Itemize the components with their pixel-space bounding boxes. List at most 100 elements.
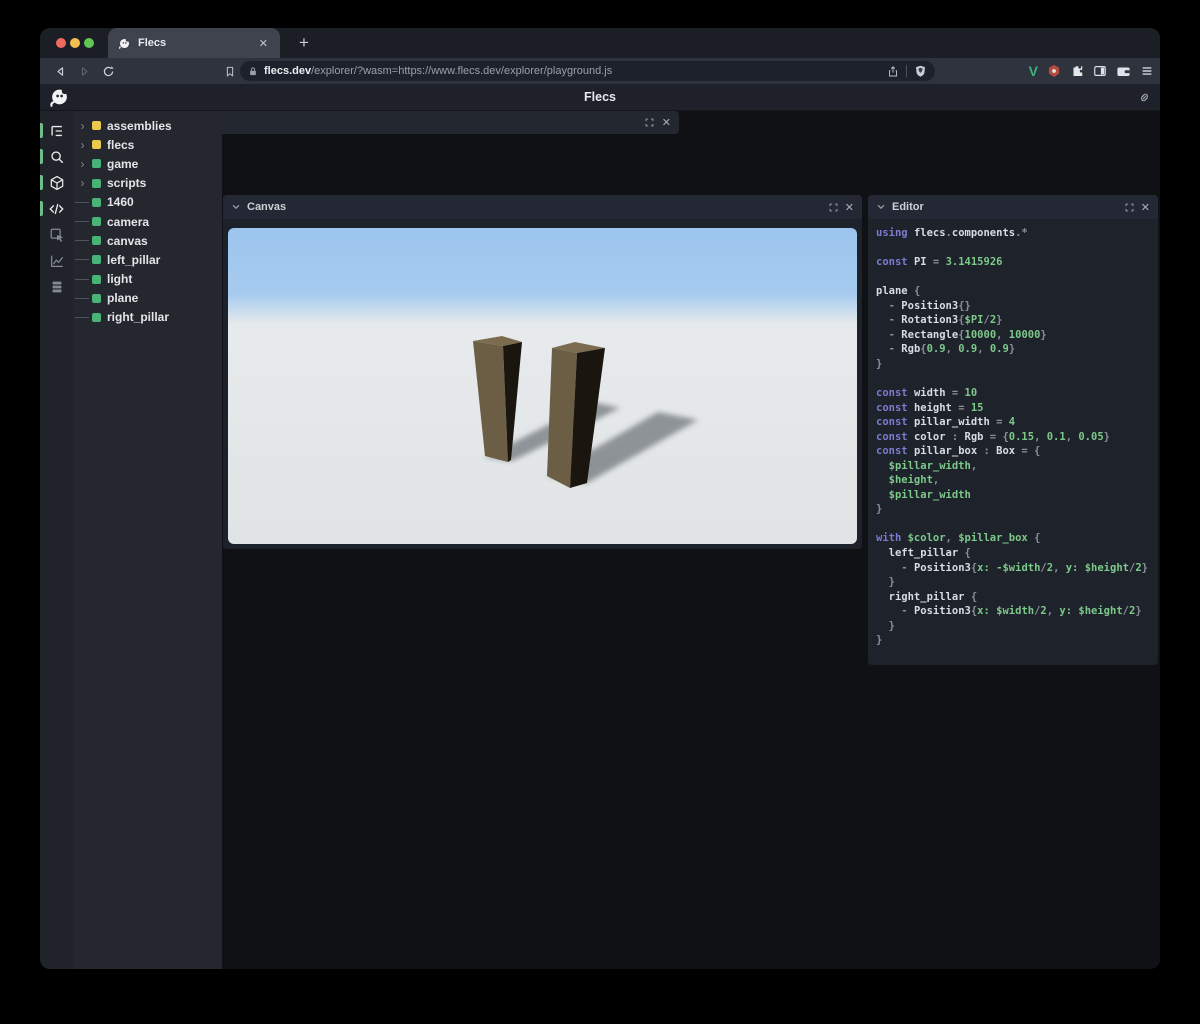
entity-tree-panel: › assemblies › flecs › game › scripts 1460 camera… xyxy=(73,111,222,969)
close-icon[interactable]: ✕ xyxy=(662,116,671,129)
search-icon xyxy=(49,149,65,165)
close-icon[interactable]: ✕ xyxy=(1141,201,1150,214)
sidebar-toggle-icon[interactable] xyxy=(1093,64,1107,78)
tree-item-flecs[interactable]: › flecs xyxy=(73,135,222,154)
share-icon[interactable] xyxy=(887,65,899,78)
bookmark-sidebar-icon[interactable] xyxy=(218,60,242,82)
zoom-window-control[interactable] xyxy=(84,38,94,48)
wallet-icon[interactable] xyxy=(1116,65,1131,78)
page-title: Flecs xyxy=(584,90,616,104)
menu-icon[interactable] xyxy=(1140,64,1154,78)
entity-kind-square xyxy=(92,121,101,131)
new-tab-button[interactable]: + xyxy=(292,31,316,55)
code-editor[interactable]: using flecs.components.* const PI = 3.14… xyxy=(868,219,1158,665)
code-line: $pillar_width, xyxy=(876,459,978,472)
close-icon[interactable]: ✕ xyxy=(845,201,854,214)
3d-viewport[interactable] xyxy=(228,228,857,544)
hexagon-extension-icon[interactable] xyxy=(1047,64,1061,78)
rows-icon xyxy=(49,279,65,295)
rail-item-tree[interactable] xyxy=(40,118,73,144)
flecs-logo-icon[interactable] xyxy=(49,87,70,108)
entity-label: right_pillar xyxy=(107,310,170,325)
fullscreen-icon[interactable] xyxy=(1124,202,1135,213)
tree-item-plane[interactable]: plane xyxy=(73,289,222,308)
tree-item-canvas[interactable]: canvas xyxy=(73,231,222,250)
close-window-control[interactable] xyxy=(56,38,66,48)
tree-guide-line xyxy=(75,278,89,280)
code-line: - Position3{} xyxy=(876,299,971,312)
rail-item-inspect[interactable] xyxy=(40,222,73,248)
entity-label: game xyxy=(107,156,139,171)
rail-item-search[interactable] xyxy=(40,144,73,170)
code-line: const height = 15 xyxy=(876,401,984,414)
rail-item-rows[interactable] xyxy=(40,274,73,300)
code-line: } xyxy=(876,503,883,516)
share-link-icon[interactable] xyxy=(1137,90,1152,105)
tree-item-game[interactable]: › game xyxy=(73,154,222,173)
rail-item-cube[interactable] xyxy=(40,170,73,196)
browser-tab[interactable]: Flecs ✕ xyxy=(108,28,280,58)
code-line: } xyxy=(876,576,895,589)
code-line: - Rectangle{10000, 10000} xyxy=(876,328,1047,341)
rail-item-chart[interactable] xyxy=(40,248,73,274)
lock-icon xyxy=(250,67,256,75)
expand-chevron-icon[interactable]: › xyxy=(75,158,90,170)
expand-chevron-icon[interactable]: › xyxy=(75,120,90,132)
code-line: const color : Rgb = {0.15, 0.1, 0.05} xyxy=(876,430,1110,443)
entity-kind-square xyxy=(92,293,101,303)
entity-label: scripts xyxy=(107,176,147,191)
editor-panel-header[interactable]: Editor ✕ xyxy=(868,195,1158,219)
entity-kind-square xyxy=(92,255,101,265)
entity-kind-square xyxy=(92,140,101,150)
flecs-favicon xyxy=(118,37,130,49)
code-line: $pillar_width xyxy=(876,488,971,501)
vue-devtools-extension-icon[interactable]: V xyxy=(1029,63,1038,79)
brave-shield-icon[interactable] xyxy=(914,64,927,78)
code-line: const pillar_width = 4 xyxy=(876,416,1016,429)
rail-item-code[interactable] xyxy=(40,196,73,222)
entity-label: assemblies xyxy=(107,118,172,133)
forward-button[interactable] xyxy=(72,60,96,82)
tree-item-camera[interactable]: camera xyxy=(73,212,222,231)
tab-title: Flecs xyxy=(138,37,167,49)
tree-item-scripts[interactable]: › scripts xyxy=(73,174,222,193)
extensions-puzzle-icon[interactable] xyxy=(1070,64,1084,78)
editor-panel: Editor ✕ using flecs.components.* const … xyxy=(868,195,1158,665)
expand-chevron-icon[interactable]: › xyxy=(75,177,90,189)
code-line: left_pillar { xyxy=(876,547,971,560)
browser-toolbar: flecs.dev/explorer/?wasm=https://www.fle… xyxy=(40,58,1160,84)
canvas-panel-header[interactable]: Canvas ✕ xyxy=(223,195,862,219)
chevron-down-icon[interactable] xyxy=(876,202,886,212)
code-line: using flecs.components.* xyxy=(876,227,1028,239)
chevron-down-icon[interactable] xyxy=(231,202,241,212)
back-button[interactable] xyxy=(48,60,72,82)
code-line: $height, xyxy=(876,474,940,487)
entity-label: light xyxy=(107,272,133,287)
tree-item-left_pillar[interactable]: left_pillar xyxy=(73,250,222,269)
code-line: right_pillar { xyxy=(876,590,978,603)
reload-button[interactable] xyxy=(96,60,120,82)
fullscreen-icon[interactable] xyxy=(828,202,839,213)
divider xyxy=(906,65,907,77)
tree-item-right_pillar[interactable]: right_pillar xyxy=(73,308,222,327)
tab-close-icon[interactable]: ✕ xyxy=(257,37,270,50)
tab-strip: Flecs ✕ + xyxy=(40,28,1160,58)
minimize-window-control[interactable] xyxy=(70,38,80,48)
fullscreen-icon[interactable] xyxy=(644,117,655,128)
entity-kind-square xyxy=(92,274,101,284)
code-line: with $color, $pillar_box { xyxy=(876,532,1041,545)
entity-label: left_pillar xyxy=(107,252,161,267)
canvas-panel: Canvas ✕ xyxy=(223,195,862,549)
tree-item-assemblies[interactable]: › assemblies xyxy=(73,116,222,135)
entity-label: canvas xyxy=(107,233,148,248)
entity-label: camera xyxy=(107,214,150,229)
tree-item-1460[interactable]: 1460 xyxy=(73,193,222,212)
tree-guide-line xyxy=(75,221,89,223)
entity-label: 1460 xyxy=(107,195,134,210)
tree-item-light[interactable]: light xyxy=(73,270,222,289)
url-bar[interactable]: flecs.dev/explorer/?wasm=https://www.fle… xyxy=(240,61,935,81)
expand-chevron-icon[interactable]: › xyxy=(75,139,90,151)
tree-guide-line xyxy=(75,240,89,242)
